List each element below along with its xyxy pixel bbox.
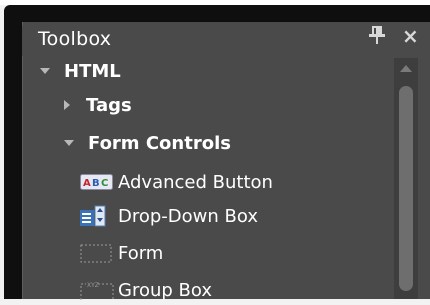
tree-node-label: Tags xyxy=(86,94,132,116)
abc-button-icon: A B C xyxy=(80,171,114,193)
toolbox-item-group-box[interactable]: XYZ Group Box xyxy=(80,275,212,305)
toolbox-item-advanced-button[interactable]: A B C Advanced Button xyxy=(80,167,273,197)
tree-node-html[interactable]: HTML xyxy=(40,56,121,86)
scrollbar-thumb[interactable] xyxy=(399,86,413,291)
svg-text:C: C xyxy=(101,178,108,189)
tree-node-label: HTML xyxy=(64,60,121,82)
svg-text:XYZ: XYZ xyxy=(87,282,99,289)
svg-text:B: B xyxy=(92,178,100,189)
dropdown-list-icon xyxy=(80,205,114,227)
expand-caret-icon xyxy=(40,68,50,74)
toolbox-item-label: Group Box xyxy=(118,279,212,301)
tree-node-form-controls[interactable]: Form Controls xyxy=(64,128,231,158)
form-outline-icon xyxy=(80,242,114,264)
toolbox-item-label: Form xyxy=(118,242,164,264)
pin-icon[interactable] xyxy=(368,24,386,46)
toolbox-title: Toolbox xyxy=(38,28,112,50)
toolbox-item-drop-down-box[interactable]: Drop-Down Box xyxy=(80,201,258,231)
svg-text:A: A xyxy=(83,178,91,189)
scroll-up-arrow-icon[interactable] xyxy=(400,65,412,72)
tree-node-label: Form Controls xyxy=(88,132,231,154)
toolbox-item-label: Drop-Down Box xyxy=(118,205,258,227)
collapse-caret-icon xyxy=(64,100,70,110)
expand-caret-icon xyxy=(64,140,74,146)
group-box-icon: XYZ xyxy=(80,279,114,301)
toolbox-item-label: Advanced Button xyxy=(118,171,273,193)
toolbox-item-form[interactable]: Form xyxy=(80,238,163,268)
close-icon[interactable]: × xyxy=(402,26,419,46)
tree-node-tags[interactable]: Tags xyxy=(64,90,132,120)
